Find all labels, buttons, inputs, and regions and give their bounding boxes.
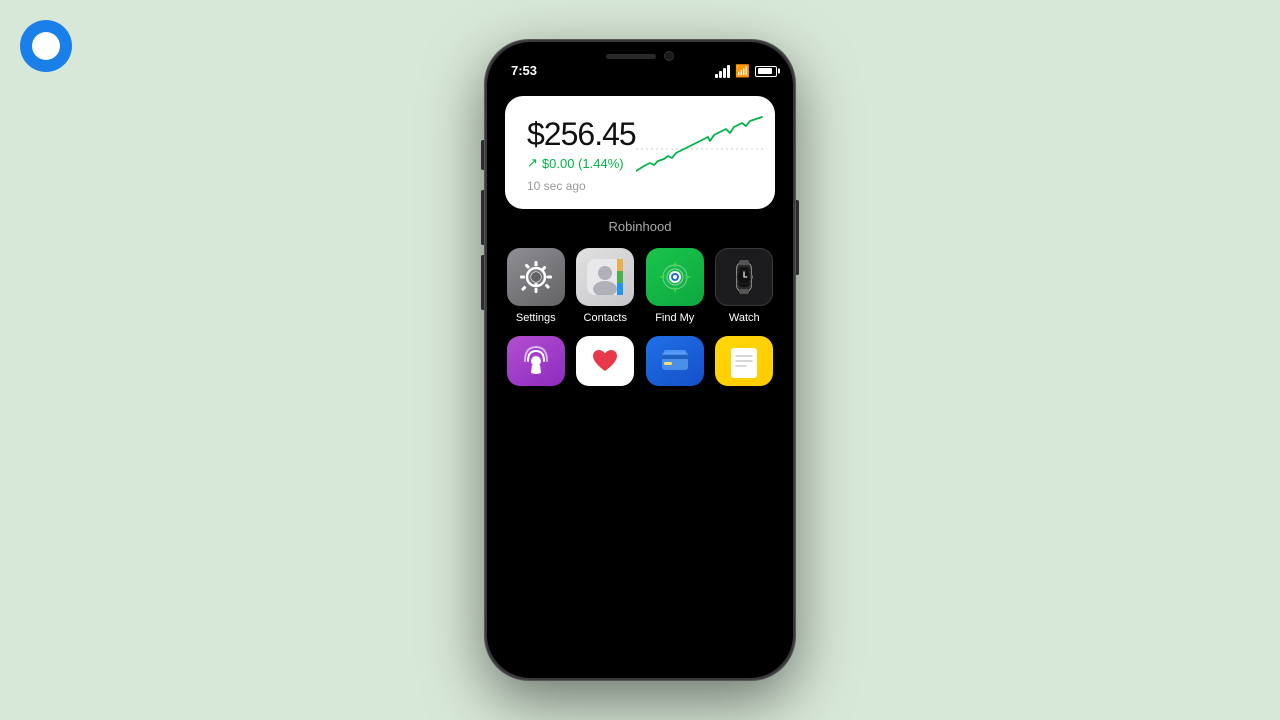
wifi-icon: 📶 xyxy=(735,64,750,78)
app-item-findmy[interactable]: Find My xyxy=(644,248,706,324)
change-value: $0.00 (1.44%) xyxy=(542,156,624,171)
widget-left: $256.45 ↗ $0.00 (1.44%) 10 sec ago xyxy=(527,116,636,193)
app-grid-row1: Settings xyxy=(505,248,775,324)
front-camera xyxy=(664,51,674,61)
signal-icon xyxy=(715,65,730,78)
speaker xyxy=(606,54,656,59)
phone-screen: 7:53 📶 xyxy=(487,42,793,678)
notch xyxy=(575,42,705,70)
screen-content: $256.45 ↗ $0.00 (1.44%) 10 sec ago xyxy=(487,84,793,678)
settings-label: Settings xyxy=(516,312,556,324)
siri-icon[interactable] xyxy=(20,20,72,72)
app-item-notes[interactable] xyxy=(714,336,776,386)
app-item-health[interactable] xyxy=(575,336,637,386)
battery-fill xyxy=(758,68,772,74)
contacts-icon[interactable] xyxy=(576,248,634,306)
app-item-watch[interactable]: Watch xyxy=(714,248,776,324)
robinhood-widget[interactable]: $256.45 ↗ $0.00 (1.44%) 10 sec ago xyxy=(505,96,775,209)
podcasts-icon[interactable] xyxy=(507,336,565,386)
wallet-icon[interactable] xyxy=(646,336,704,386)
settings-icon[interactable] xyxy=(507,248,565,306)
health-icon[interactable] xyxy=(576,336,634,386)
phone-body: 7:53 📶 xyxy=(485,40,795,680)
app-item-wallet[interactable] xyxy=(644,336,706,386)
widget-change: ↗ $0.00 (1.44%) xyxy=(527,155,636,171)
app-item-settings[interactable]: Settings xyxy=(505,248,567,324)
findmy-icon[interactable] xyxy=(646,248,704,306)
notes-icon[interactable] xyxy=(715,336,773,386)
widget-time: 10 sec ago xyxy=(527,179,636,193)
watch-label: Watch xyxy=(729,312,760,324)
app-item-contacts[interactable]: Contacts xyxy=(575,248,637,324)
widget-price: $256.45 xyxy=(527,116,636,153)
change-arrow: ↗ xyxy=(527,155,538,171)
watch-icon[interactable] xyxy=(715,248,773,306)
power-button xyxy=(795,200,799,275)
widget-chart xyxy=(636,111,766,181)
contacts-label: Contacts xyxy=(584,312,627,324)
phone-frame: 7:53 📶 xyxy=(485,40,795,680)
widget-app-label: Robinhood xyxy=(609,219,672,234)
findmy-label: Find My xyxy=(655,312,694,324)
app-grid-row2 xyxy=(505,336,775,386)
status-icons: 📶 xyxy=(715,64,777,78)
app-item-podcasts[interactable] xyxy=(505,336,567,386)
battery-icon xyxy=(755,66,777,77)
